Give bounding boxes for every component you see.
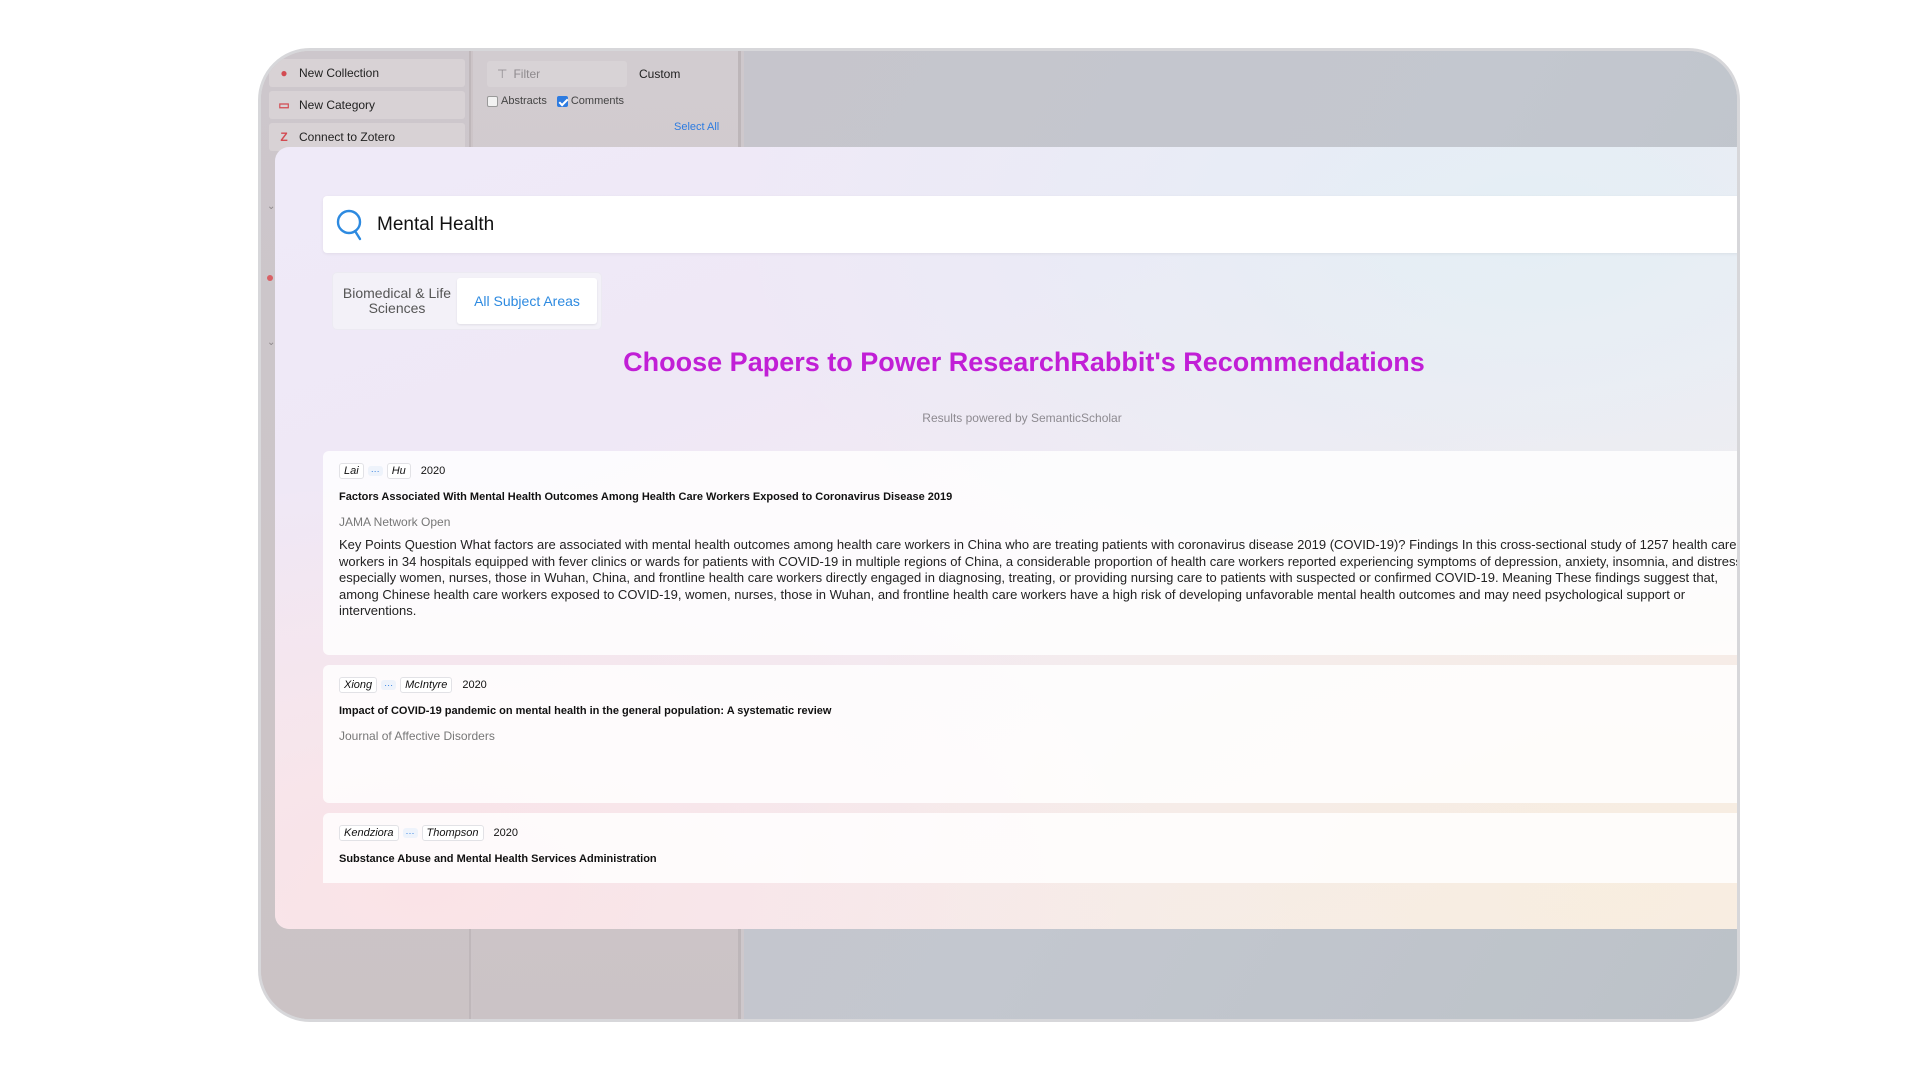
journal-name: Journal of Affective Disorders <box>339 729 495 743</box>
more-authors-icon[interactable]: ··· <box>402 828 418 838</box>
first-author[interactable]: Lai <box>339 463 364 479</box>
author-row: Lai ··· Hu 2020 <box>339 463 1737 479</box>
author-row: Xiong ··· McIntyre 2020 <box>339 677 1737 693</box>
result-card[interactable]: Xiong ··· McIntyre 2020 Impact of COVID-… <box>323 665 1737 803</box>
result-card[interactable]: Kendziora ··· Thompson 2020 Substance Ab… <box>323 813 1737 883</box>
collection-add-icon: ● <box>280 66 288 80</box>
app-window: ● New Collection ▭ New Category Z Connec… <box>258 48 1740 1022</box>
first-author[interactable]: Kendziora <box>339 825 399 841</box>
more-authors-icon[interactable]: ··· <box>381 680 397 690</box>
paper-abstract: Key Points Question What factors are ass… <box>339 537 1740 618</box>
connect-zotero-label: Connect to Zotero <box>299 130 396 144</box>
abstracts-label: Abstracts <box>501 95 547 107</box>
comments-label: Comments <box>570 95 625 107</box>
publication-year: 2020 <box>420 465 446 477</box>
author-row: Kendziora ··· Thompson 2020 <box>339 825 1737 841</box>
first-author[interactable]: Xiong <box>339 677 378 693</box>
zotero-icon: Z <box>280 130 288 144</box>
page-title: Choose Papers to Power ResearchRabbit's … <box>623 347 1425 377</box>
search-modal: Biomedical & Life Sciences All Subject A… <box>275 147 1740 929</box>
new-collection-button[interactable]: ● New Collection <box>269 59 465 87</box>
filter-icon: ⊤ <box>497 67 508 81</box>
search-icon <box>336 209 362 240</box>
new-category-button[interactable]: ▭ New Category <box>269 91 465 119</box>
publication-year: 2020 <box>462 679 487 691</box>
result-card[interactable]: Lai ··· Hu 2020 Factors Associated With … <box>323 451 1740 655</box>
paper-title[interactable]: Impact of COVID-19 pandemic on mental he… <box>339 705 1737 717</box>
new-category-label: New Category <box>299 98 376 112</box>
select-all-link[interactable]: Select All <box>674 121 719 133</box>
comments-checkbox-box[interactable] <box>556 95 568 107</box>
results-list: Lai ··· Hu 2020 Factors Associated With … <box>323 451 1740 883</box>
last-author[interactable]: McIntyre <box>400 677 453 693</box>
new-collection-label: New Collection <box>299 66 380 80</box>
publication-year: 2020 <box>493 827 519 839</box>
abstracts-checkbox-box[interactable] <box>487 95 498 107</box>
comments-checkbox[interactable]: Comments <box>556 95 625 107</box>
collection-dot-icon <box>267 275 273 281</box>
paper-title[interactable]: Factors Associated With Mental Health Ou… <box>339 491 1737 503</box>
paper-title[interactable]: Substance Abuse and Mental Health Servic… <box>339 853 1737 865</box>
powered-by-text: Results powered by SemanticScholar <box>922 411 1122 425</box>
abstracts-checkbox[interactable]: Abstracts <box>487 95 547 107</box>
search-bar[interactable] <box>323 196 1737 253</box>
last-author[interactable]: Thompson <box>421 825 484 841</box>
journal-name: JAMA Network Open <box>339 515 451 529</box>
last-author[interactable]: Hu <box>386 463 411 479</box>
category-add-icon: ▭ <box>278 98 290 112</box>
tab-all-subject-areas[interactable]: All Subject Areas <box>457 278 597 324</box>
filter-placeholder: Filter <box>513 67 541 81</box>
custom-sort-label[interactable]: Custom <box>639 67 680 81</box>
tab-biomedical[interactable]: Biomedical & Life Sciences <box>337 286 457 316</box>
subject-area-tabs: Biomedical & Life Sciences All Subject A… <box>333 273 601 329</box>
search-input[interactable] <box>377 213 1677 236</box>
filter-input[interactable]: ⊤ Filter <box>487 61 627 87</box>
more-authors-icon[interactable]: ··· <box>367 466 383 476</box>
display-options: Abstracts Comments <box>487 95 624 107</box>
